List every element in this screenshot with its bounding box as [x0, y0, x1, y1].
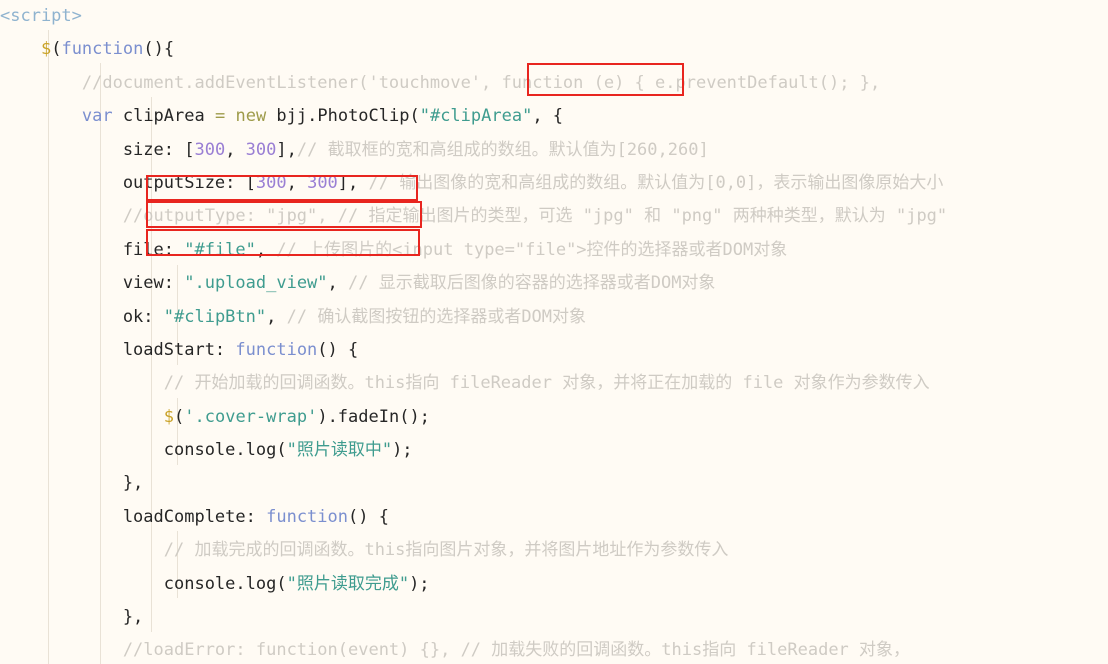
- line-fadeIn[interactable]: $('.cover-wrap').fadeIn();: [0, 401, 1108, 434]
- token-keyword: function: [61, 39, 144, 60]
- token-comment: //loadError: function(event) {}, // 加载失败…: [0, 640, 911, 661]
- token-plain: () {: [348, 506, 389, 527]
- line-loadStart[interactable]: loadStart: function() {: [0, 334, 1108, 367]
- token-plain: ],: [337, 172, 369, 193]
- token-number: 300: [255, 172, 287, 193]
- token-dollar: $: [40, 39, 52, 60]
- token-string: "#clipBtn": [163, 306, 267, 327]
- token-string: "照片读取完成": [286, 573, 410, 594]
- token-tag: <script>: [0, 6, 82, 26]
- token-plain: loadStart:: [0, 339, 236, 360]
- token-string: "照片读取中": [286, 440, 393, 461]
- token-number: 300: [194, 139, 226, 160]
- token-plain: clipArea: [112, 106, 215, 127]
- token-string: "#clipArea": [419, 106, 533, 127]
- token-plain: },: [0, 473, 144, 494]
- token-kw2: =: [214, 106, 226, 127]
- token-plain: , {: [532, 106, 564, 127]
- token-comment: // 确认截图按钮的选择器或者DOM对象: [286, 306, 587, 327]
- token-plain: ).fadeIn();: [317, 406, 430, 427]
- token-comment: //outputType: "jpg", // 指定输出图片的类型，可选 "jp…: [0, 206, 948, 227]
- token-plain: ,: [266, 306, 287, 327]
- token-plain: loadComplete:: [0, 506, 267, 527]
- token-comment: // 输出图像的宽和高组成的数组。默认值为[0,0]，表示输出图像原始大小: [368, 172, 944, 193]
- token-plain: ],: [276, 139, 297, 160]
- line-loadComplete[interactable]: loadComplete: function() {: [0, 501, 1108, 534]
- line-touchmove-comment[interactable]: //document.addEventListener('touchmove',…: [0, 67, 1108, 100]
- token-plain: console.log(: [0, 573, 287, 594]
- line-close-loadComplete[interactable]: },: [0, 601, 1108, 634]
- token-keyword: function: [235, 339, 318, 360]
- line-jquery-ready[interactable]: $(function(){: [0, 33, 1108, 66]
- line-script-open[interactable]: <script>: [0, 0, 1108, 33]
- line-close-loadStart[interactable]: },: [0, 467, 1108, 500]
- line-var-clipArea[interactable]: var clipArea = new bjj.PhotoClip("#clipA…: [0, 100, 1108, 133]
- token-comment: // 截取框的宽和高组成的数组。默认值为[260,260]: [296, 139, 709, 160]
- line-loadStart-comment[interactable]: // 开始加载的回调函数。this指向 fileReader 对象，并将正在加载…: [0, 367, 1108, 400]
- token-plain: ,: [225, 139, 246, 160]
- line-console-loaded[interactable]: console.log("照片读取完成");: [0, 568, 1108, 601]
- token-keyword: function: [266, 506, 348, 527]
- token-plain: outputSize: [: [0, 172, 256, 193]
- token-plain: () {: [317, 339, 359, 360]
- token-comment: // 开始加载的回调函数。this指向 fileReader 对象，并将正在加载…: [0, 373, 930, 394]
- token-plain: );: [409, 573, 430, 594]
- token-comment: // 加载完成的回调函数。this指向图片对象，并将图片地址作为参数传入: [0, 540, 729, 561]
- token-comment: // 上传图片的<input type="file">控件的选择器或者DOM对象: [276, 239, 788, 260]
- code-editor-viewport: <script> $(function(){ //document.addEve…: [0, 0, 1108, 664]
- token-plain: bjj.PhotoClip(: [266, 106, 420, 127]
- token-plain: ,: [286, 172, 308, 193]
- token-comment: //document.addEventListener('touchmove',…: [0, 72, 881, 93]
- token-plain: ,: [327, 273, 349, 294]
- line-loadComplete-comment[interactable]: // 加载完成的回调函数。this指向图片对象，并将图片地址作为参数传入: [0, 534, 1108, 567]
- token-plain: size: [: [0, 139, 195, 160]
- token-plain: file:: [0, 239, 185, 260]
- token-plain: view:: [0, 273, 185, 294]
- token-plain: console.log(: [0, 440, 287, 461]
- token-kw2: new: [235, 106, 267, 127]
- token-plain: ,: [255, 239, 277, 260]
- token-plain: (: [51, 39, 62, 60]
- token-plain: (: [174, 406, 185, 427]
- token-comment: // 显示截取后图像的容器的选择器或者DOM对象: [348, 273, 716, 294]
- line-console-loading[interactable]: console.log("照片读取中");: [0, 434, 1108, 467]
- line-outputType[interactable]: //outputType: "jpg", // 指定输出图片的类型，可选 "jp…: [0, 200, 1108, 233]
- line-outputSize[interactable]: outputSize: [300, 300], // 输出图像的宽和高组成的数组…: [0, 167, 1108, 200]
- token-string: ".upload_view": [184, 273, 328, 294]
- token-string: "#file": [184, 239, 256, 260]
- token-plain: );: [392, 440, 413, 461]
- token-dollar: $: [163, 406, 175, 427]
- token-number: 300: [245, 139, 277, 160]
- line-file[interactable]: file: "#file", // 上传图片的<input type="file…: [0, 234, 1108, 267]
- code-content[interactable]: <script> $(function(){ //document.addEve…: [0, 0, 1108, 664]
- token-keyword: var: [81, 106, 113, 127]
- line-ok[interactable]: ok: "#clipBtn", // 确认截图按钮的选择器或者DOM对象: [0, 301, 1108, 334]
- token-number: 300: [307, 172, 338, 193]
- line-loadError[interactable]: //loadError: function(event) {}, // 加载失败…: [0, 634, 1108, 664]
- line-view[interactable]: view: ".upload_view", // 显示截取后图像的容器的选择器或…: [0, 267, 1108, 300]
- token-string: '.cover-wrap': [184, 406, 318, 427]
- token-plain: },: [0, 607, 144, 628]
- token-plain: ok:: [0, 306, 164, 327]
- token-plain: (){: [143, 39, 175, 60]
- line-size[interactable]: size: [300, 300],// 截取框的宽和高组成的数组。默认值为[26…: [0, 134, 1108, 167]
